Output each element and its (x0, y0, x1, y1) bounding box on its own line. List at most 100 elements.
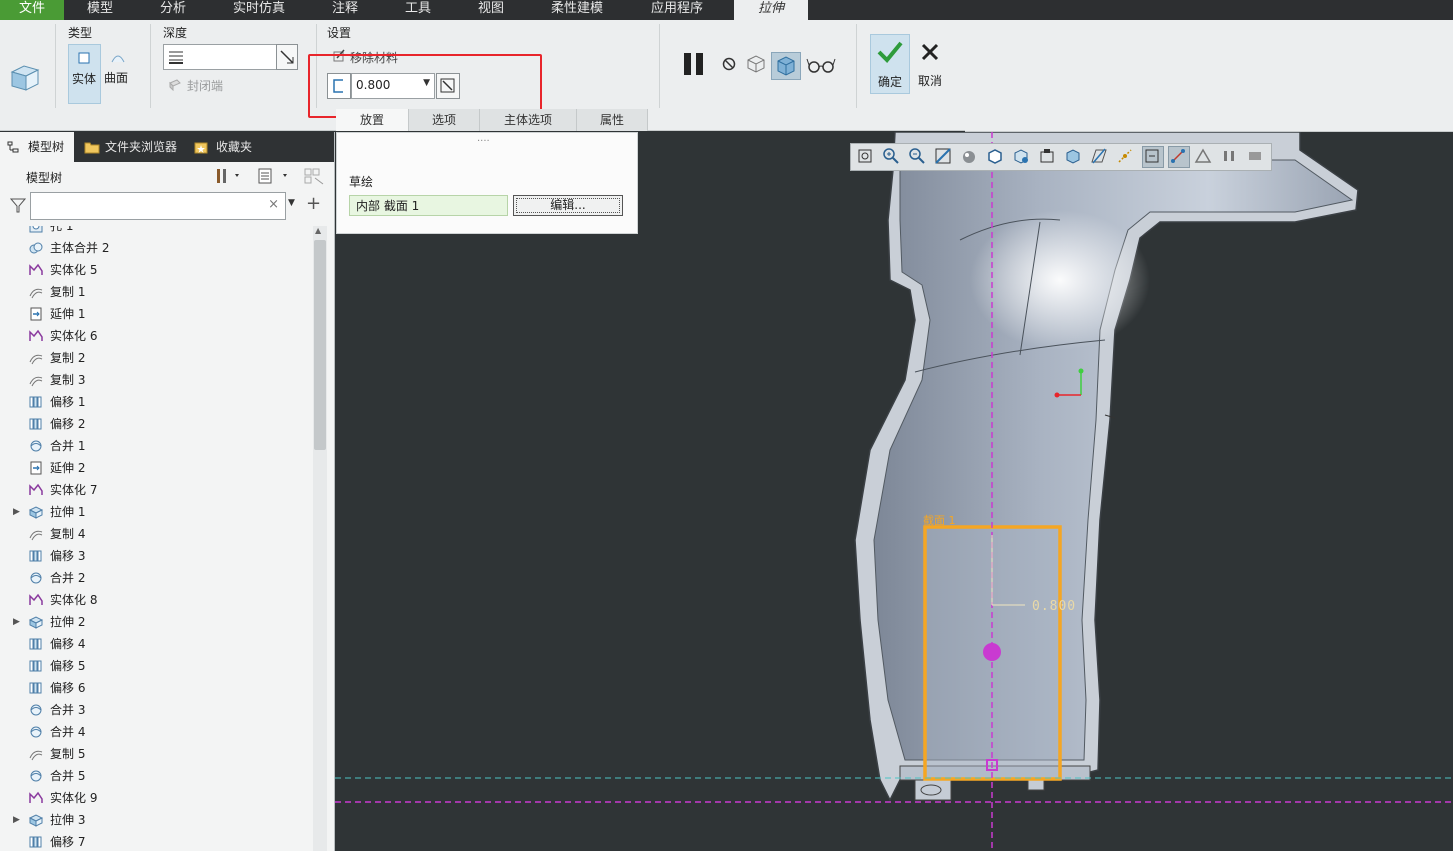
tab-body-options[interactable]: 主体选项 (480, 109, 577, 131)
tree-item-label: 偏移 2 (50, 417, 86, 431)
tab-model-tree[interactable]: 模型树 (0, 132, 74, 162)
copy-icon (29, 750, 43, 761)
tree-item[interactable]: 延伸 2 (0, 457, 312, 479)
confirm-button[interactable]: 确定 (870, 34, 910, 94)
sketch-collector[interactable]: 内部 截面 1 (349, 195, 508, 216)
menu-view[interactable]: 视图 (461, 0, 521, 20)
menu-model[interactable]: 模型 (70, 0, 130, 20)
tree-item[interactable]: 实体化 8 (0, 589, 312, 611)
tree-item[interactable]: 合并 2 (0, 567, 312, 589)
tree-search-input[interactable]: × (30, 192, 286, 220)
tree-item[interactable]: 合并 4 (0, 721, 312, 743)
expand-arrow-icon[interactable]: ▶ (13, 501, 20, 523)
datum-axis-display-icon[interactable] (1116, 147, 1134, 165)
view-manager-icon[interactable] (1012, 147, 1030, 165)
saved-orientations-icon[interactable] (986, 147, 1004, 165)
tree-item[interactable]: 实体化 5 (0, 259, 312, 281)
tree-item[interactable]: 偏移 1 (0, 391, 312, 413)
tree-item[interactable]: ▶ 拉伸 3 (0, 809, 312, 831)
tree-item[interactable]: 合并 5 (0, 765, 312, 787)
tree-item[interactable]: 孔 1 (0, 226, 312, 237)
zoom-out-icon[interactable] (908, 147, 926, 165)
zoom-in-icon[interactable] (882, 147, 900, 165)
menu-file[interactable]: 文件 (0, 0, 64, 20)
tree-item[interactable]: 实体化 7 (0, 479, 312, 501)
menu-flexible-modeling[interactable]: 柔性建模 (540, 0, 614, 20)
point-display-icon[interactable] (1142, 146, 1164, 168)
preview-mesh-button[interactable] (745, 53, 767, 75)
spin-center-icon[interactable] (1246, 147, 1264, 165)
no-preview-button[interactable] (720, 55, 738, 73)
tree-item[interactable]: 主体合并 2 (0, 237, 312, 259)
tree-item[interactable]: 偏移 7 (0, 831, 312, 851)
cancel-button[interactable]: 取消 (912, 34, 948, 92)
panel-drag-handle[interactable]: .... (477, 133, 490, 144)
chevron-down-icon[interactable]: ▼ (288, 198, 295, 208)
graphics-viewport[interactable]: 0.800 截面 1 (335, 132, 1453, 851)
tree-item[interactable]: ▶ 拉伸 2 (0, 611, 312, 633)
tree-item[interactable]: 偏移 6 (0, 677, 312, 699)
repaint-icon[interactable] (934, 147, 952, 165)
solid-button[interactable]: 实体 (68, 44, 101, 104)
tab-favorites[interactable]: 收藏夹 (192, 132, 262, 162)
menu-extrude[interactable]: 拉伸 (734, 0, 808, 20)
depth-value-field[interactable] (163, 44, 277, 70)
tree-item[interactable]: 合并 1 (0, 435, 312, 457)
offset-icon (29, 660, 42, 672)
tree-item-label: 合并 3 (50, 703, 86, 717)
menu-analysis[interactable]: 分析 (143, 0, 203, 20)
menu-annotate[interactable]: 注释 (315, 0, 375, 20)
section-icon[interactable] (1064, 147, 1082, 165)
tree-item-label: 合并 2 (50, 571, 86, 585)
tree-item[interactable]: 合并 3 (0, 699, 312, 721)
scroll-thumb[interactable] (314, 240, 326, 450)
pause-button[interactable] (681, 52, 707, 76)
thickness-dimension-label[interactable]: 0.800 (1032, 599, 1076, 614)
refit-icon[interactable] (856, 147, 874, 165)
edit-sketch-button[interactable]: 编辑... (513, 195, 623, 216)
tree-item[interactable]: 复制 4 (0, 523, 312, 545)
tab-properties[interactable]: 属性 (577, 109, 648, 131)
menu-realtime-sim[interactable]: 实时仿真 (222, 0, 296, 20)
expand-arrow-icon[interactable]: ▶ (13, 809, 20, 831)
tree-item[interactable]: 复制 1 (0, 281, 312, 303)
tree-item[interactable]: 偏移 4 (0, 633, 312, 655)
show-options-button[interactable] (257, 166, 291, 186)
verify-button[interactable] (806, 55, 836, 75)
surface-button[interactable]: 曲面 (102, 44, 133, 102)
display-style-icon[interactable] (960, 147, 978, 165)
add-filter-icon[interactable]: + (306, 193, 321, 214)
tree-item[interactable]: 实体化 6 (0, 325, 312, 347)
clear-icon[interactable]: × (268, 197, 279, 212)
tree-settings-button[interactable] (213, 166, 243, 186)
tree-item[interactable]: 复制 2 (0, 347, 312, 369)
tree-item[interactable]: 复制 3 (0, 369, 312, 391)
pause-icon (684, 53, 703, 75)
column-filter-icon[interactable] (303, 166, 325, 186)
tab-folder-browser[interactable]: 文件夹浏览器 (80, 132, 188, 162)
geometry-preview-button[interactable] (771, 52, 801, 80)
tree-item[interactable]: 延伸 1 (0, 303, 312, 325)
csys-display-icon[interactable] (1168, 146, 1190, 168)
tree-item-label: 偏移 7 (50, 835, 86, 849)
scroll-up-icon[interactable]: ▲ (315, 226, 321, 235)
flip-depth-button[interactable] (276, 44, 298, 70)
menu-applications[interactable]: 应用程序 (640, 0, 714, 20)
tree-item[interactable]: 偏移 2 (0, 413, 312, 435)
pause-animation-icon[interactable] (1220, 147, 1238, 165)
tree-item[interactable]: 偏移 5 (0, 655, 312, 677)
expand-arrow-icon[interactable]: ▶ (13, 611, 20, 633)
tab-placement[interactable]: 放置 (336, 109, 409, 131)
filter-icon[interactable] (9, 197, 27, 213)
cap-ends-label[interactable]: 封闭端 (187, 77, 223, 94)
tree-scrollbar[interactable]: ▲ (313, 226, 327, 851)
tree-item[interactable]: ▶ 拉伸 1 (0, 501, 312, 523)
menu-tools[interactable]: 工具 (388, 0, 448, 20)
annotation-display-icon[interactable] (1194, 147, 1212, 165)
datum-plane-display-icon[interactable] (1090, 147, 1108, 165)
tab-options[interactable]: 选项 (409, 109, 480, 131)
tree-item[interactable]: 复制 5 (0, 743, 312, 765)
tree-item[interactable]: 实体化 9 (0, 787, 312, 809)
tree-item[interactable]: 偏移 3 (0, 545, 312, 567)
perspective-icon[interactable] (1038, 147, 1056, 165)
